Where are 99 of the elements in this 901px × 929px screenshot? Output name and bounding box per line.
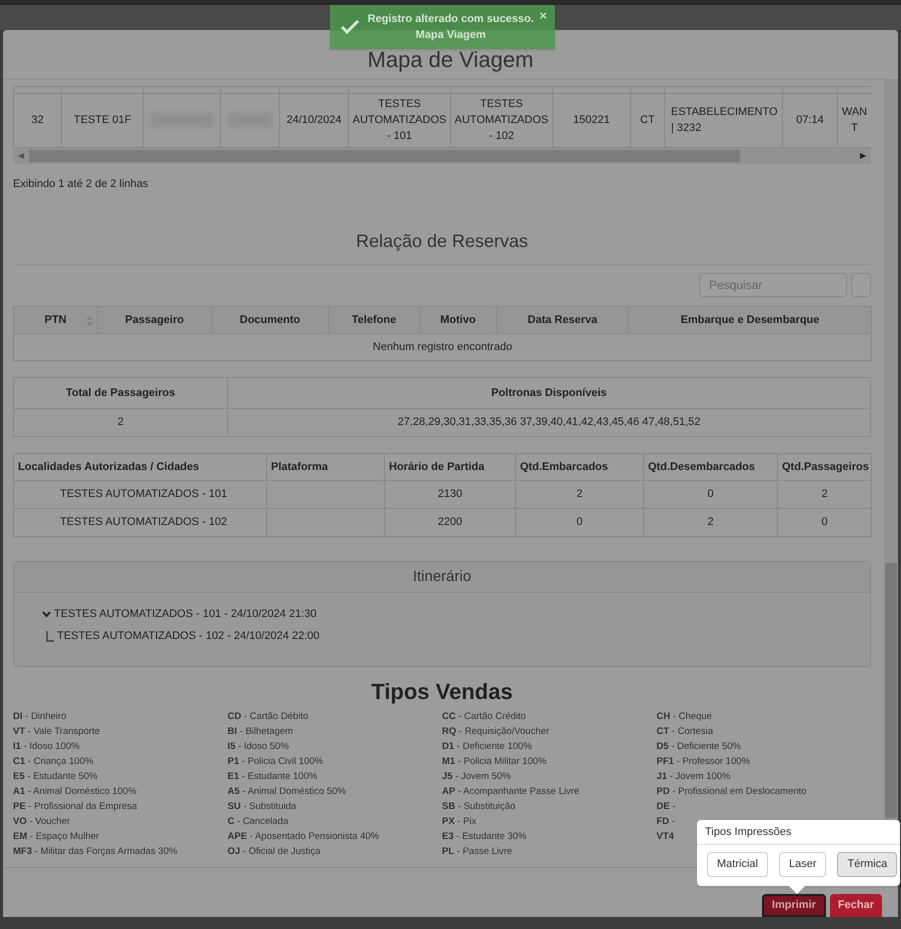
legend-entry: RQ - Requisição/Voucher — [442, 725, 550, 739]
table-cell: 2 — [14, 408, 228, 436]
table-cell: 07:14 — [782, 93, 838, 147]
search-field[interactable]: Pesquisar — [699, 273, 847, 297]
legend-entry: C - Cancelada — [228, 815, 288, 829]
legend-entry: BI - Bilhetagem — [228, 725, 293, 739]
print-option-button[interactable]: Térmica — [837, 852, 898, 877]
chevron-down-icon[interactable] — [42, 610, 51, 618]
legend-entry: CD - Cartão Débito — [228, 710, 308, 724]
table-cell: WAN T — [838, 93, 871, 147]
section-title: Tipos Vendas — [370, 679, 514, 705]
column-header[interactable]: Telefone — [328, 306, 420, 334]
table-cell: 0 — [778, 508, 872, 536]
table-cell: TESTES AUTOMATIZADOS - 101 — [348, 93, 450, 147]
column-header: Qtd.Embarcados — [516, 454, 644, 480]
column-header: Qtd.Passageiros — [778, 454, 872, 480]
legend-entry: FD - — [656, 815, 675, 829]
popover-title: Tipos Impressões — [697, 820, 900, 845]
table-cell: 0 — [644, 480, 778, 508]
table-cell: TESTES AUTOMATIZADOS - 102 — [14, 508, 266, 536]
legend-entry: P1 - Policia Civil 100% — [228, 755, 324, 769]
legend-entry: PF1 - Professor 100% — [656, 755, 750, 769]
legend-entry: J1 - Jovem 100% — [656, 770, 730, 784]
legend-entry: I5 - Idoso 50% — [228, 740, 289, 754]
toast-message: Registro alterado com sucesso. — [368, 12, 534, 27]
scroll-right-arrow[interactable]: ▶ — [855, 150, 871, 162]
legend-entry: I1 - Idoso 100% — [13, 740, 80, 754]
legend-entry: CT - Cortesia — [656, 725, 713, 739]
tree-branch-icon — [46, 630, 54, 642]
legend-entry: AP - Acompanhante Passe Livre — [442, 785, 580, 799]
tree-item[interactable]: TESTES AUTOMATIZADOS - 102 - 24/10/2024 22:00 — [57, 628, 320, 644]
table-cell: TESTES AUTOMATIZADOS - 102 — [450, 93, 552, 147]
legend-entry: SU - Substituida — [228, 800, 296, 814]
column-header: Qtd.Desembarcados — [644, 454, 778, 480]
legend-entry: OJ - Oficial de Justiça — [228, 845, 320, 859]
legend-entry: EM - Espaço Mulher — [13, 830, 100, 844]
legend-entry: APE - Aposentado Pensionista 40% — [228, 830, 380, 844]
table-cell: TESTES AUTOMATIZADOS - 101 — [14, 480, 266, 508]
check-icon — [340, 19, 360, 35]
table-cell: 2130 — [384, 480, 516, 508]
legend-entry: PE - Profissional da Empresa — [13, 800, 138, 814]
column-header[interactable]: Data Reserva — [496, 306, 628, 334]
column-header[interactable]: Documento — [212, 306, 328, 334]
legend-entry: PX - Pix — [442, 815, 476, 829]
toast-subtitle: Mapa Viagem — [416, 28, 486, 43]
legend-entry: E3 - Estudante 30% — [442, 830, 527, 844]
table-cell: 150221 — [552, 93, 630, 147]
print-button[interactable]: Imprimir — [762, 894, 826, 917]
legend-entry: PD - Profissional em Deslocamento — [656, 785, 806, 799]
table-cell: TESTE 01F — [62, 93, 144, 147]
column-header: Poltronas Disponíveis — [228, 378, 870, 408]
pagination-summary: Exibindo 1 até 2 de 2 linhas — [13, 176, 148, 192]
table-cell: 32 — [14, 93, 62, 147]
scrollbar-thumb[interactable] — [885, 563, 897, 818]
legend-entry: VT4 — [656, 830, 674, 844]
legend-entry: SB - Substituição — [442, 800, 516, 814]
table-cell: 27,28,29,30,31,33,35,36 37,39,40,41,42,43,45,46 47,48,51,52 — [228, 408, 870, 436]
table-cell: 2 — [644, 508, 778, 536]
legend-entry: MF3 - Militar das Forças Armadas 30% — [13, 845, 178, 859]
column-header[interactable]: Passageiro — [98, 306, 212, 334]
legend-entry: D5 - Deficiente 50% — [656, 740, 741, 754]
legend-entry: CC - Cartão Crédito — [442, 710, 526, 724]
close-button[interactable]: Fechar — [830, 894, 882, 917]
legend-entry: A1 - Animal Doméstico 100% — [13, 785, 137, 799]
panel-title: Itinerário — [14, 562, 870, 593]
legend-entry: DE - — [656, 800, 676, 814]
print-option-button[interactable]: Laser — [778, 852, 826, 877]
close-button[interactable]: × — [539, 9, 547, 22]
empty-message: Nenhum registro encontrado — [14, 334, 872, 360]
table-cell: CT — [630, 93, 664, 147]
column-header: Horário de Partida — [384, 454, 516, 480]
table-cell: 2 — [516, 480, 644, 508]
legend-entry: D1 - Deficiente 100% — [442, 740, 532, 754]
legend-entry: A5 - Animal Doméstico 50% — [228, 785, 346, 799]
legend-entry: E5 - Estudante 50% — [13, 770, 98, 784]
column-header: Total de Passageiros — [14, 378, 228, 408]
column-header[interactable]: Motivo — [420, 306, 496, 334]
table-cell: ESTABELECIMENTO | 3232 — [664, 93, 782, 147]
section-title: Relação de Reservas — [13, 230, 871, 265]
legend-entry: M1 - Policia Militar 100% — [442, 755, 547, 769]
modal-title: Mapa de Viagem — [368, 48, 534, 72]
column-header[interactable]: Embarque e Desembarque — [628, 306, 872, 334]
legend-entry: E1 - Estudante 100% — [228, 770, 318, 784]
legend-entry: VT - Vale Transporte — [13, 725, 100, 739]
legend-entry: C1 - Criança 100% — [13, 755, 94, 769]
legend-entry: J5 - Jovem 50% — [442, 770, 511, 784]
tree-item[interactable]: TESTES AUTOMATIZADOS - 101 - 24/10/2024 21:30 — [54, 606, 316, 622]
legend-entry: PL - Passe Livre — [442, 845, 512, 859]
column-header: Plataforma — [266, 454, 384, 480]
legend-entry: VO - Voucher — [13, 815, 70, 829]
legend-entry: CH - Cheque — [656, 710, 712, 724]
table-cell: 0 — [516, 508, 644, 536]
table-cell: 24/10/2024 — [280, 93, 348, 147]
print-option-button[interactable]: Matricial — [707, 852, 768, 877]
column-header[interactable]: PTN — [44, 314, 66, 326]
column-header: Localidades Autorizadas / Cidades — [14, 454, 266, 480]
table-cell: 2 — [778, 480, 872, 508]
legend-entry: DI - Dinheiro — [13, 710, 66, 724]
table-cell: 2200 — [384, 508, 516, 536]
